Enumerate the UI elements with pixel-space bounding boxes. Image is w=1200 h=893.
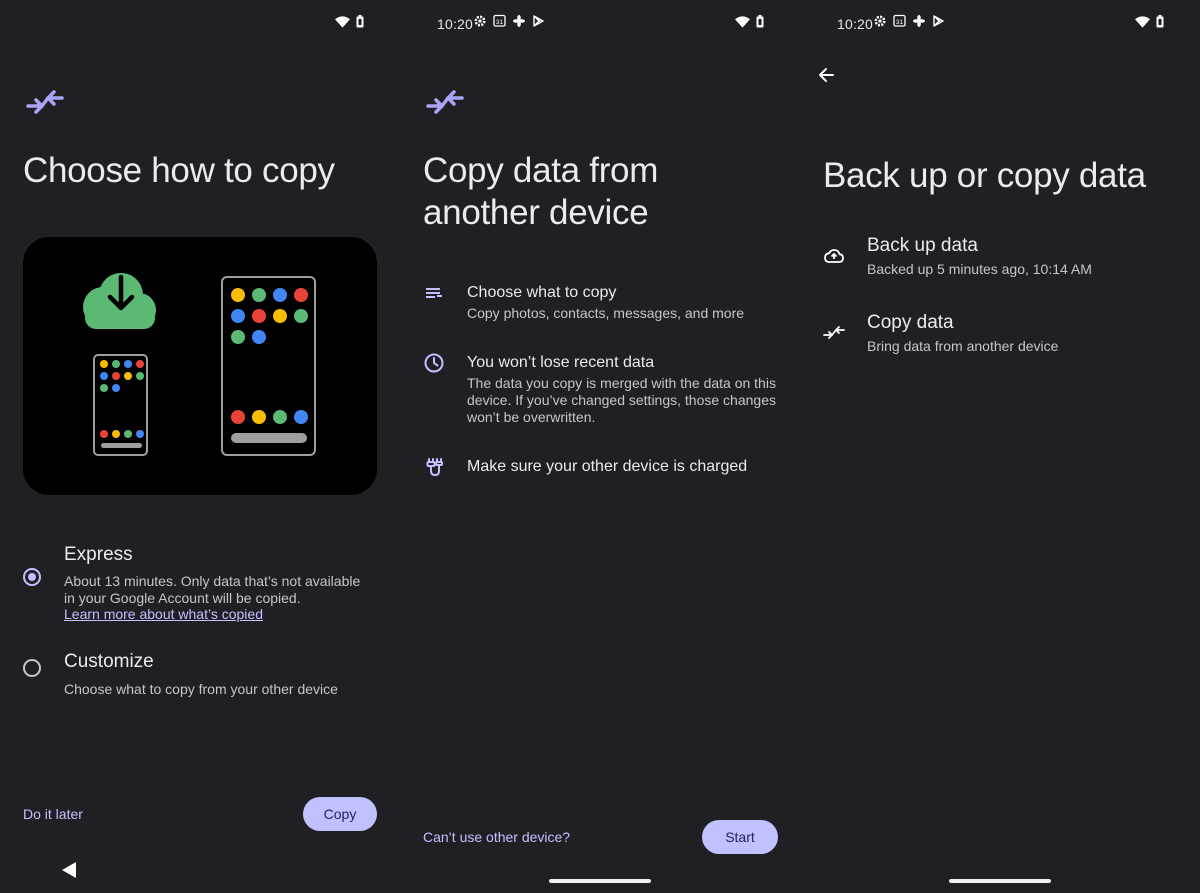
app-dot — [252, 410, 266, 424]
copy-button[interactable]: Copy — [303, 797, 377, 831]
battery-icon — [756, 15, 764, 28]
app-dot — [136, 430, 144, 438]
status-bar-right — [1135, 15, 1164, 28]
copy-arrows-icon[interactable] — [822, 321, 846, 345]
merge-arrows-icon — [426, 90, 464, 114]
app-dot — [273, 309, 287, 323]
app-dot — [112, 430, 120, 438]
app-dot — [294, 288, 308, 302]
pinwheel-icon — [513, 14, 525, 27]
customize-radio[interactable] — [23, 659, 41, 677]
app-dot — [273, 410, 287, 424]
calendar-icon: 31 — [893, 14, 906, 27]
copy-data-title[interactable]: Copy data — [867, 312, 954, 334]
charging-cable-icon — [426, 458, 443, 477]
wifi-icon — [335, 15, 350, 28]
status-notification-icons: 31 — [874, 14, 944, 27]
copy-data-screen: 10:20 31 Copy data from another device C… — [400, 0, 800, 893]
app-dot — [100, 372, 108, 380]
customize-option-description: Choose what to copy from your other devi… — [64, 681, 338, 697]
devices-illustration — [23, 237, 377, 495]
copy-data-description: Bring data from another device — [867, 338, 1059, 354]
list-icon — [426, 288, 442, 298]
app-dot — [100, 430, 108, 438]
list-item-title: Choose what to copy — [467, 284, 617, 301]
cloud-backup-icon[interactable] — [822, 244, 846, 268]
app-dot — [124, 372, 132, 380]
app-dot — [252, 288, 266, 302]
app-dot — [100, 384, 108, 392]
app-dot — [252, 330, 266, 344]
wifi-icon — [735, 15, 750, 28]
express-option-description: About 13 minutes. Only data that’s not a… — [64, 573, 361, 606]
back-up-data-title[interactable]: Back up data — [867, 235, 978, 257]
app-dot — [294, 410, 308, 424]
battery-icon — [1156, 15, 1164, 28]
play-store-icon — [933, 14, 944, 27]
status-notification-icons: 31 — [474, 14, 544, 27]
choose-how-to-copy-screen: Choose how to copy Express About 13 minu… — [0, 0, 400, 893]
settings-gear-icon — [874, 15, 886, 26]
cloud-download-icon — [83, 273, 156, 329]
app-dot — [231, 309, 245, 323]
app-dot — [112, 384, 120, 392]
status-bar-right — [335, 15, 364, 28]
status-time: 10:20 — [837, 16, 874, 32]
app-dot — [231, 410, 245, 424]
clock-icon — [424, 353, 444, 373]
home-gesture-bar[interactable] — [949, 879, 1051, 883]
wifi-icon — [1135, 15, 1150, 28]
list-item-description: The data you copy is merged with the dat… — [467, 375, 776, 425]
app-dot — [136, 372, 144, 380]
learn-more-link[interactable]: Learn more about what’s copied — [64, 606, 263, 622]
app-dot — [112, 360, 120, 368]
home-gesture-bar[interactable] — [549, 879, 651, 883]
status-time: 10:20 — [437, 16, 474, 32]
app-dot — [252, 309, 266, 323]
app-dot — [100, 360, 108, 368]
status-bar-right — [735, 15, 764, 28]
settings-gear-icon — [474, 15, 486, 26]
list-item-title: You won’t lose recent data — [467, 354, 655, 371]
page-title: Back up or copy data — [823, 156, 1146, 195]
app-dot — [112, 372, 120, 380]
small-phone-illustration — [93, 354, 148, 456]
svg-text:31: 31 — [896, 19, 904, 26]
app-dot — [273, 288, 287, 302]
page-title: Copy data from another device — [423, 151, 659, 232]
cant-use-other-device-button[interactable]: Can’t use other device? — [423, 829, 570, 845]
large-phone-illustration — [221, 276, 316, 456]
play-store-icon — [533, 14, 544, 27]
app-dot — [231, 330, 245, 344]
express-radio[interactable] — [23, 568, 41, 586]
backup-or-copy-screen: 10:20 31 Back up or copy data Back up da… — [800, 0, 1200, 893]
app-dot — [124, 430, 132, 438]
merge-arrows-icon — [26, 90, 64, 114]
app-dot — [231, 288, 245, 302]
start-button[interactable]: Start — [702, 820, 778, 854]
list-item-description: Copy photos, contacts, messages, and mor… — [467, 305, 745, 321]
do-it-later-button[interactable]: Do it later — [23, 806, 83, 822]
calendar-icon: 31 — [493, 14, 506, 27]
express-option-title[interactable]: Express — [64, 544, 133, 566]
app-dot — [136, 360, 144, 368]
battery-icon — [356, 15, 364, 28]
back-up-data-description: Backed up 5 minutes ago, 10:14 AM — [867, 261, 1092, 277]
pinwheel-icon — [913, 14, 925, 27]
list-item-title: Make sure your other device is charged — [467, 458, 748, 475]
nav-back-icon[interactable] — [62, 862, 76, 878]
back-arrow-icon[interactable] — [817, 65, 837, 85]
customize-option-title[interactable]: Customize — [64, 651, 154, 673]
app-dot — [124, 360, 132, 368]
svg-text:31: 31 — [496, 19, 504, 26]
app-dot — [294, 309, 308, 323]
page-title: Choose how to copy — [23, 151, 335, 190]
